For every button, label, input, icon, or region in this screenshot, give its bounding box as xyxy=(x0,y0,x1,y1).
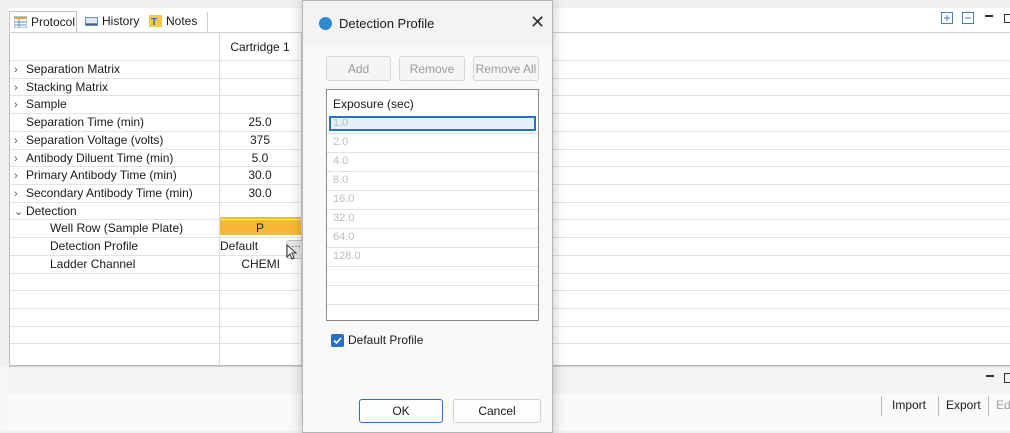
svg-text:T: T xyxy=(151,17,157,27)
protocol-grid-icon xyxy=(14,16,27,28)
detection-profile-dialog: Detection Profile ✕ Add Remove Remove Al… xyxy=(302,0,553,433)
row-detection-profile[interactable]: Detection Profile xyxy=(50,239,138,253)
tab-history-label: History xyxy=(102,14,139,28)
row-sample[interactable]: ›Sample xyxy=(14,97,67,111)
app-logo-icon xyxy=(319,17,332,30)
exposure-item[interactable]: 4.0 xyxy=(333,155,348,167)
add-button[interactable]: Add xyxy=(326,56,391,81)
ok-button[interactable]: OK xyxy=(359,399,443,423)
row-separation-time[interactable]: Separation Time (min) xyxy=(14,115,144,129)
cell-primary-antibody-time[interactable]: 30.0 xyxy=(220,168,300,182)
maximize-icon[interactable] xyxy=(1004,373,1010,383)
edit-button[interactable]: Ed xyxy=(996,398,1010,412)
remove-button[interactable]: Remove xyxy=(399,56,465,81)
close-icon[interactable]: ✕ xyxy=(530,13,545,31)
row-well-row[interactable]: Well Row (Sample Plate) xyxy=(50,221,183,235)
chevron-right-icon[interactable]: › xyxy=(14,82,26,94)
exposure-item[interactable]: 2.0 xyxy=(333,136,348,148)
row-antibody-diluent-time[interactable]: ›Antibody Diluent Time (min) xyxy=(14,151,173,165)
tab-notes[interactable]: T Notes xyxy=(145,11,203,31)
collapse-all-icon[interactable] xyxy=(962,12,974,24)
tab-history[interactable]: History xyxy=(81,11,143,31)
dialog-title-bar: Detection Profile ✕ xyxy=(303,1,552,45)
exposure-item[interactable]: 64.0 xyxy=(333,231,354,243)
chevron-down-icon[interactable]: ⌄ xyxy=(14,205,26,218)
chevron-right-icon[interactable]: › xyxy=(14,188,26,200)
row-stacking-matrix[interactable]: ›Stacking Matrix xyxy=(14,80,108,94)
exposure-list-header: Exposure (sec) xyxy=(333,97,414,111)
cancel-button[interactable]: Cancel xyxy=(453,399,541,423)
row-ladder-channel[interactable]: Ladder Channel xyxy=(50,257,135,271)
row-separation-matrix[interactable]: ›Separation Matrix xyxy=(14,62,120,76)
exposure-item[interactable]: 1.0 xyxy=(333,117,348,129)
chevron-right-icon[interactable]: › xyxy=(14,99,26,111)
default-profile-label[interactable]: Default Profile xyxy=(348,333,423,347)
selected-row-focus xyxy=(329,116,536,131)
history-icon xyxy=(85,15,98,27)
row-secondary-antibody-time[interactable]: ›Secondary Antibody Time (min) xyxy=(14,186,193,200)
chevron-right-icon[interactable]: › xyxy=(14,64,26,76)
checkmark-icon xyxy=(331,334,344,347)
default-profile-checkbox[interactable] xyxy=(331,334,344,347)
chevron-right-icon[interactable]: › xyxy=(14,153,26,165)
minimize-icon[interactable] xyxy=(983,12,995,24)
expand-all-icon[interactable] xyxy=(941,12,953,24)
row-detection[interactable]: ⌄Detection xyxy=(14,204,77,218)
cell-secondary-antibody-time[interactable]: 30.0 xyxy=(220,186,300,200)
export-button[interactable]: Export xyxy=(946,398,981,412)
cell-antibody-diluent-time[interactable]: 5.0 xyxy=(220,151,300,165)
cell-separation-time[interactable]: 25.0 xyxy=(220,115,300,129)
chevron-right-icon[interactable]: › xyxy=(14,135,26,147)
dialog-title: Detection Profile xyxy=(339,16,434,31)
tab-protocol[interactable]: Protocol xyxy=(9,11,77,32)
exposure-item[interactable]: 128.0 xyxy=(333,250,361,262)
cell-ladder-channel[interactable]: CHEMI xyxy=(220,257,280,271)
cell-well-row[interactable]: P xyxy=(220,221,300,235)
remove-all-button[interactable]: Remove All xyxy=(473,56,539,81)
minimize-icon[interactable] xyxy=(986,375,994,377)
mouse-cursor-icon xyxy=(286,244,298,260)
chevron-right-icon[interactable]: › xyxy=(14,170,26,182)
row-primary-antibody-time[interactable]: ›Primary Antibody Time (min) xyxy=(14,168,177,182)
view-toolbar xyxy=(932,12,1010,24)
notes-icon: T xyxy=(149,15,162,27)
maximize-icon[interactable] xyxy=(1004,12,1010,24)
column-header-cartridge: Cartridge 1 xyxy=(220,40,300,54)
row-separation-voltage[interactable]: ›Separation Voltage (volts) xyxy=(14,133,163,147)
exposure-list[interactable]: Exposure (sec) 1.0 2.0 4.0 8.0 16.0 32.0… xyxy=(326,89,539,321)
tab-notes-label: Notes xyxy=(166,14,197,28)
exposure-item[interactable]: 8.0 xyxy=(333,174,348,186)
tab-protocol-label: Protocol xyxy=(31,15,75,29)
exposure-item[interactable]: 32.0 xyxy=(333,212,354,224)
cell-separation-voltage[interactable]: 375 xyxy=(220,133,300,147)
exposure-item[interactable]: 16.0 xyxy=(333,193,354,205)
import-button[interactable]: Import xyxy=(892,398,926,412)
tab-divider xyxy=(207,12,208,32)
